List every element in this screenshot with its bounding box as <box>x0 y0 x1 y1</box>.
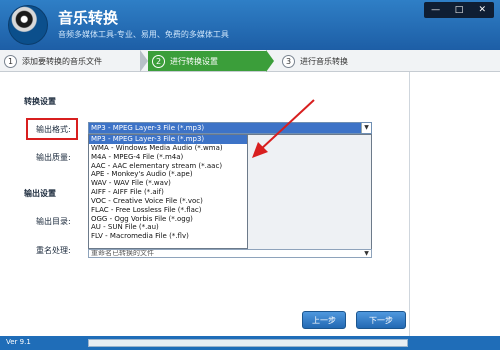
status-bar: Ver 9.1 <box>0 336 500 350</box>
step-add-files[interactable]: 1 添加要转换的音乐文件 <box>4 51 140 71</box>
step-separator-icon <box>266 50 274 72</box>
output-format-select[interactable]: MP3 - MPEG Layer-3 File (*.mp3) ▼ <box>88 122 372 134</box>
step-convert[interactable]: 3 进行音乐转换 <box>282 51 412 71</box>
annotation-arrow-icon <box>252 99 315 158</box>
minimize-icon[interactable]: — <box>426 2 446 18</box>
step-label: 进行转换设置 <box>170 56 218 66</box>
window-controls: — □ ✕ <box>424 2 494 18</box>
format-selected-value: MP3 - MPEG Layer-3 File (*.mp3) <box>91 124 205 132</box>
format-option-wav[interactable]: WAV - WAV File (*.wav) <box>89 179 247 188</box>
title-bar: 音乐转换 音频多媒体工具-专业、易用、免费的多媒体工具 — □ ✕ <box>0 0 500 50</box>
step-number: 1 <box>4 54 17 68</box>
format-option-au[interactable]: AU - SUN File (*.au) <box>89 223 247 232</box>
app-logo-icon <box>8 5 48 45</box>
format-dropdown-list: MP3 - MPEG Layer-3 File (*.mp3) WMA - Wi… <box>88 134 248 249</box>
format-option-flac[interactable]: FLAC - Free Lossless File (*.flac) <box>89 206 247 215</box>
app-title: 音乐转换 <box>58 9 119 27</box>
quality-label: 输出质量: <box>36 153 71 162</box>
chevron-down-icon[interactable]: ▼ <box>362 250 371 257</box>
prev-step-button[interactable]: 上一步 <box>302 311 346 329</box>
conversion-section-title: 转换设置 <box>24 97 56 106</box>
format-option-mp3[interactable]: MP3 - MPEG Layer-3 File (*.mp3) <box>89 135 247 144</box>
rename-select[interactable]: 重命名已转换的文件 ▼ <box>88 249 372 258</box>
format-option-m4a[interactable]: M4A - MPEG-4 File (*.m4a) <box>89 153 247 162</box>
format-label: 输出格式: <box>36 125 71 134</box>
rename-label: 重名处理: <box>36 246 71 255</box>
version-label: Ver 9.1 <box>6 338 31 346</box>
format-option-aac[interactable]: AAC - AAC elementary stream (*.aac) <box>89 162 247 171</box>
maximize-icon[interactable]: □ <box>449 2 469 18</box>
format-option-flv[interactable]: FLV - Macromedia File (*.flv) <box>89 232 247 241</box>
step-settings[interactable]: 2 进行转换设置 <box>148 51 266 71</box>
format-option-voc[interactable]: VOC - Creative Voice File (*.voc) <box>89 197 247 206</box>
progress-bar <box>88 339 408 347</box>
step-number: 3 <box>282 54 295 68</box>
format-option-aiff[interactable]: AIFF - AIFF File (*.aif) <box>89 188 247 197</box>
step-separator-icon <box>140 50 148 72</box>
step-label: 添加要转换的音乐文件 <box>22 56 102 66</box>
rename-value: 重命名已转换的文件 <box>91 249 154 257</box>
step-number: 2 <box>152 54 165 68</box>
format-option-wma[interactable]: WMA - Windows Media Audio (*.wma) <box>89 144 247 153</box>
output-dir-label: 输出目录: <box>36 217 71 226</box>
step-bar: 1 添加要转换的音乐文件 2 进行转换设置 3 进行音乐转换 <box>0 50 500 72</box>
next-step-button[interactable]: 下一步 <box>356 311 406 329</box>
app-subtitle: 音频多媒体工具-专业、易用、免费的多媒体工具 <box>58 30 229 39</box>
format-option-ogg[interactable]: OGG - Ogg Vorbis File (*.ogg) <box>89 215 247 224</box>
format-option-ape[interactable]: APE - Monkey's Audio (*.ape) <box>89 170 247 179</box>
close-icon[interactable]: ✕ <box>472 2 492 18</box>
step-label: 进行音乐转换 <box>300 56 348 66</box>
output-section-title: 输出设置 <box>24 189 56 198</box>
chevron-down-icon[interactable]: ▼ <box>361 123 371 133</box>
